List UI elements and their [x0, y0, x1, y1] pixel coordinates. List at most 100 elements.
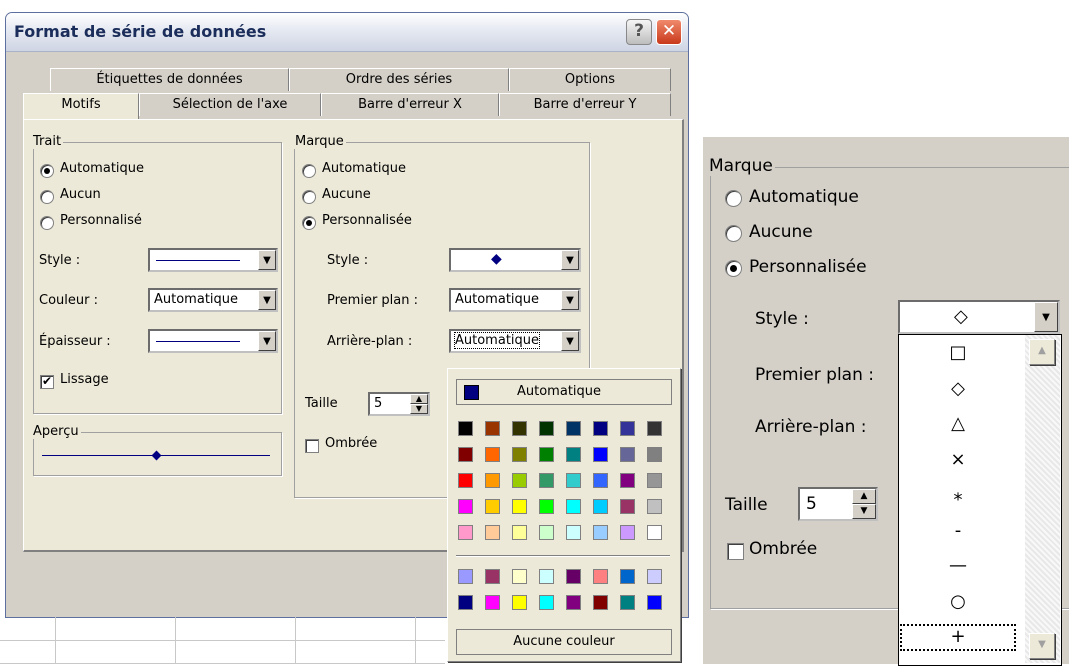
marker-option[interactable]: -	[899, 517, 1017, 546]
scroll-down-icon[interactable]: ▼	[1029, 633, 1055, 659]
color-swatch[interactable]	[620, 421, 635, 436]
color-swatch[interactable]	[593, 447, 608, 462]
color-swatch[interactable]	[593, 525, 608, 540]
tab-ordre-series[interactable]: Ordre des séries	[289, 68, 509, 91]
color-swatch[interactable]	[620, 525, 635, 540]
color-swatch[interactable]	[539, 525, 554, 540]
color-swatch[interactable]	[512, 525, 527, 540]
color-swatch[interactable]	[539, 499, 554, 514]
color-swatch[interactable]	[620, 447, 635, 462]
color-swatch[interactable]	[485, 499, 500, 514]
color-swatch[interactable]	[458, 569, 473, 584]
trait-automatique-radio[interactable]	[40, 164, 54, 178]
tab-etiquettes[interactable]: Étiquettes de données	[50, 68, 289, 91]
color-swatch[interactable]	[566, 595, 581, 610]
color-swatch[interactable]	[620, 595, 635, 610]
marker-option[interactable]: +	[899, 623, 1017, 652]
zoom-ombree-checkbox[interactable]	[727, 543, 744, 560]
color-swatch[interactable]	[647, 447, 662, 462]
chevron-down-icon[interactable]: ▼	[561, 331, 579, 351]
color-swatch[interactable]	[593, 499, 608, 514]
spin-up-icon[interactable]: ▲	[410, 394, 428, 404]
color-swatch[interactable]	[458, 499, 473, 514]
chevron-down-icon[interactable]: ▼	[258, 331, 276, 351]
trait-epaisseur-combo[interactable]: ▼	[148, 329, 278, 353]
color-swatch[interactable]	[458, 525, 473, 540]
zoom-personnalisee-radio[interactable]	[725, 260, 742, 277]
ombree-checkbox[interactable]	[305, 439, 319, 453]
color-swatch[interactable]	[566, 421, 581, 436]
tab-barre-erreur-x[interactable]: Barre d'erreur X	[321, 93, 499, 116]
color-swatch[interactable]	[512, 447, 527, 462]
color-swatch[interactable]	[512, 421, 527, 436]
marque-automatique-radio[interactable]	[302, 164, 316, 178]
color-swatch[interactable]	[485, 473, 500, 488]
color-swatch[interactable]	[647, 569, 662, 584]
color-swatch[interactable]	[566, 447, 581, 462]
taille-spinner[interactable]: 5 ▲ ▼	[368, 392, 430, 416]
marque-personnalisee-radio[interactable]	[302, 216, 316, 230]
color-swatch[interactable]	[539, 569, 554, 584]
color-swatch[interactable]	[647, 595, 662, 610]
spin-up-icon[interactable]: ▲	[852, 489, 876, 504]
lissage-checkbox[interactable]: ✔	[40, 375, 54, 389]
color-swatch[interactable]	[593, 473, 608, 488]
color-swatch[interactable]	[539, 473, 554, 488]
marker-option[interactable]: ⁎	[899, 481, 1017, 510]
color-swatch[interactable]	[485, 525, 500, 540]
close-button[interactable]: ✕	[656, 19, 682, 45]
marker-option[interactable]: ×	[899, 446, 1017, 475]
color-swatch[interactable]	[620, 569, 635, 584]
color-swatch[interactable]	[539, 595, 554, 610]
spin-down-icon[interactable]: ▼	[852, 504, 876, 519]
chevron-down-icon[interactable]: ▼	[561, 290, 579, 310]
zoom-automatique-radio[interactable]	[725, 190, 742, 207]
marker-option[interactable]: ◇	[899, 375, 1017, 404]
zoom-taille-spinner[interactable]: 5 ▲ ▼	[798, 487, 878, 521]
spin-down-icon[interactable]: ▼	[410, 404, 428, 414]
color-swatch[interactable]	[539, 421, 554, 436]
color-swatch[interactable]	[566, 499, 581, 514]
tab-options[interactable]: Options	[509, 68, 671, 91]
color-swatch[interactable]	[458, 473, 473, 488]
color-swatch[interactable]	[539, 447, 554, 462]
color-swatch[interactable]	[512, 595, 527, 610]
color-swatch[interactable]	[593, 421, 608, 436]
chevron-down-icon[interactable]: ▼	[258, 250, 276, 270]
marker-option[interactable]: △	[899, 410, 1017, 439]
color-swatch[interactable]	[485, 421, 500, 436]
tab-motifs[interactable]: Motifs	[23, 93, 139, 119]
color-swatch[interactable]	[458, 595, 473, 610]
marque-style-combo[interactable]: ◆ ▼	[449, 248, 581, 272]
marker-option[interactable]: □	[899, 339, 1017, 368]
color-swatch[interactable]	[647, 473, 662, 488]
no-color-button[interactable]: Aucune couleur	[456, 629, 672, 655]
tab-barre-erreur-y[interactable]: Barre d'erreur Y	[499, 93, 671, 116]
trait-couleur-combo[interactable]: Automatique ▼	[148, 288, 278, 312]
arriere-plan-combo[interactable]: Automatique ▼	[449, 329, 581, 353]
trait-style-combo[interactable]: ▼	[148, 248, 278, 272]
color-swatch[interactable]	[566, 473, 581, 488]
marker-option[interactable]: —	[899, 552, 1017, 581]
color-swatch[interactable]	[485, 447, 500, 462]
help-button[interactable]: ?	[626, 19, 652, 45]
marker-style-list[interactable]: □ ◇ △ × ⁎ - — ○ + ▲ ▼	[898, 334, 1062, 666]
trait-aucun-radio[interactable]	[40, 190, 54, 204]
color-swatch[interactable]	[485, 569, 500, 584]
tab-selection-axe[interactable]: Sélection de l'axe	[139, 93, 321, 116]
color-swatch[interactable]	[593, 569, 608, 584]
color-swatch[interactable]	[566, 569, 581, 584]
marque-aucune-radio[interactable]	[302, 190, 316, 204]
color-swatch[interactable]	[647, 499, 662, 514]
color-swatch[interactable]	[458, 421, 473, 436]
auto-color-button[interactable]: Automatique	[456, 379, 672, 405]
color-swatch[interactable]	[512, 473, 527, 488]
color-swatch[interactable]	[512, 499, 527, 514]
zoom-aucune-radio[interactable]	[725, 225, 742, 242]
color-swatch[interactable]	[647, 421, 662, 436]
scroll-up-icon[interactable]: ▲	[1029, 339, 1055, 365]
chevron-down-icon[interactable]: ▼	[258, 290, 276, 310]
color-swatch[interactable]	[512, 569, 527, 584]
chevron-down-icon[interactable]: ▼	[561, 250, 579, 270]
marker-option[interactable]: ○	[899, 588, 1017, 617]
